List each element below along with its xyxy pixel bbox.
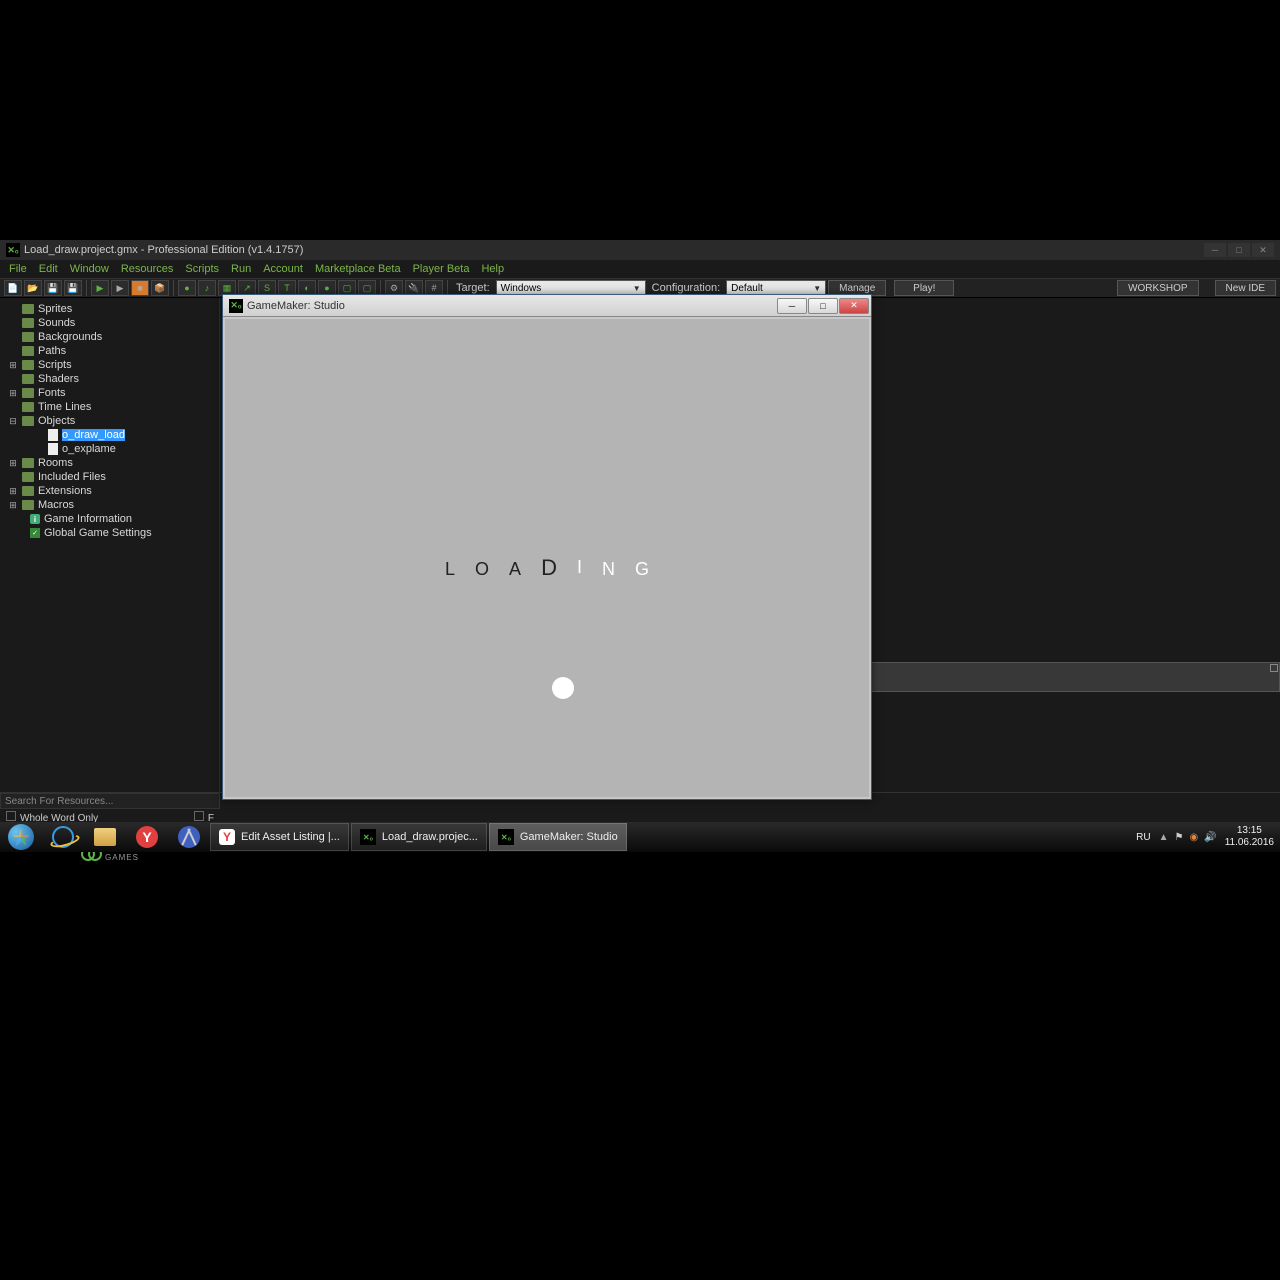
tree-fonts[interactable]: ⊞Fonts [0, 386, 219, 400]
new-ide-button[interactable]: New IDE [1215, 280, 1276, 296]
create-sound-icon[interactable]: ♪ [198, 280, 216, 296]
folder-icon [22, 374, 34, 384]
folder-icon [22, 416, 34, 426]
menu-edit[interactable]: Edit [34, 262, 63, 276]
info-icon: i [30, 514, 40, 524]
expand-grip-icon[interactable] [1270, 664, 1278, 672]
folder-icon [22, 360, 34, 370]
loading-ball-icon [552, 677, 574, 699]
check-icon: ✓ [30, 528, 40, 538]
run-icon[interactable]: ▶ [91, 280, 109, 296]
taskbar-item-gamemaker[interactable]: ✕ₒLoad_draw.projec... [351, 823, 487, 851]
tree-backgrounds[interactable]: Backgrounds [0, 330, 219, 344]
tray-volume-icon[interactable]: 🔊 [1204, 832, 1216, 843]
start-button[interactable] [0, 822, 42, 852]
menubar: File Edit Window Resources Scripts Run A… [0, 260, 1280, 278]
tree-sounds[interactable]: Sounds [0, 316, 219, 330]
yandex-pinned-icon[interactable]: Y [126, 823, 168, 851]
save-icon[interactable]: 💾 [44, 280, 62, 296]
titlebar[interactable]: ✕ₒ Load_draw.project.gmx - Professional … [0, 240, 1280, 260]
folder-icon [22, 346, 34, 356]
object-icon [48, 429, 58, 441]
folder-icon [22, 486, 34, 496]
tree-included-files[interactable]: Included Files [0, 470, 219, 484]
taskbar-item-game[interactable]: ✕ₒGameMaker: Studio [489, 823, 627, 851]
folder-icon [22, 318, 34, 328]
game-window-titlebar[interactable]: ✕ₒ GameMaker: Studio ─ □ ✕ [223, 295, 871, 317]
game-minimize-button[interactable]: ─ [777, 298, 807, 314]
app-icon: ✕ₒ [6, 243, 20, 257]
language-indicator[interactable]: RU [1136, 832, 1150, 843]
debug-icon[interactable]: ▶ [111, 280, 129, 296]
minimize-button[interactable]: ─ [1204, 243, 1226, 257]
menu-run[interactable]: Run [226, 262, 256, 276]
menu-help[interactable]: Help [476, 262, 509, 276]
close-button[interactable]: ✕ [1252, 243, 1274, 257]
window-title: Load_draw.project.gmx - Professional Edi… [24, 244, 303, 256]
game-close-button[interactable]: ✕ [839, 298, 869, 314]
tree-global-settings[interactable]: ✓Global Game Settings [0, 526, 219, 540]
new-file-icon[interactable]: 📄 [4, 280, 22, 296]
package-icon[interactable]: 📦 [151, 280, 169, 296]
taskbar-clock[interactable]: 13:15 11.06.2016 [1225, 825, 1274, 849]
resource-tree: Sprites Sounds Backgrounds Paths ⊞Script… [0, 298, 220, 792]
folder-icon [22, 458, 34, 468]
menu-marketplace[interactable]: Marketplace Beta [310, 262, 406, 276]
tray-arrow-icon[interactable]: ▲ [1159, 832, 1169, 843]
tree-object-draw-load[interactable]: o_draw_load [0, 428, 219, 442]
tree-objects[interactable]: ⊟Objects [0, 414, 219, 428]
menu-window[interactable]: Window [65, 262, 114, 276]
tree-object-explame[interactable]: o_explame [0, 442, 219, 456]
folder-icon [22, 388, 34, 398]
tree-scripts[interactable]: ⊞Scripts [0, 358, 219, 372]
menu-account[interactable]: Account [258, 262, 308, 276]
folder-icon [22, 304, 34, 314]
game-maximize-button[interactable]: □ [808, 298, 838, 314]
ie-pinned-icon[interactable] [42, 823, 84, 851]
folder-icon [22, 402, 34, 412]
workshop-button[interactable]: WORKSHOP [1117, 280, 1198, 296]
folder-icon [22, 472, 34, 482]
tree-extensions[interactable]: ⊞Extensions [0, 484, 219, 498]
tray-network-icon[interactable]: ◉ [1190, 832, 1199, 843]
menu-scripts[interactable]: Scripts [180, 262, 224, 276]
target-label: Target: [452, 282, 494, 294]
tray-flag-icon[interactable]: ⚑ [1175, 832, 1184, 843]
menu-player[interactable]: Player Beta [408, 262, 475, 276]
maximize-button[interactable]: □ [1228, 243, 1250, 257]
tree-timelines[interactable]: Time Lines [0, 400, 219, 414]
windows-taskbar: Y YEdit Asset Listing |... ✕ₒLoad_draw.p… [0, 822, 1280, 852]
menu-file[interactable]: File [4, 262, 32, 276]
tree-rooms[interactable]: ⊞Rooms [0, 456, 219, 470]
game-window-title: GameMaker: Studio [247, 300, 345, 312]
tree-shaders[interactable]: Shaders [0, 372, 219, 386]
loading-text: LOADING [225, 559, 869, 585]
open-icon[interactable]: 📂 [24, 280, 42, 296]
stop-icon[interactable]: ■ [131, 280, 149, 296]
folder-icon [22, 332, 34, 342]
system-tray: RU ▲ ⚑ ◉ 🔊 13:15 11.06.2016 [1136, 825, 1280, 849]
tree-sprites[interactable]: Sprites [0, 302, 219, 316]
game-preview-window[interactable]: ✕ₒ GameMaker: Studio ─ □ ✕ LOADING [222, 294, 872, 800]
snipping-pinned-icon[interactable] [168, 823, 210, 851]
config-label: Configuration: [648, 282, 725, 294]
tree-paths[interactable]: Paths [0, 344, 219, 358]
play-button[interactable]: Play! [894, 280, 954, 296]
menu-resources[interactable]: Resources [116, 262, 179, 276]
create-sprite-icon[interactable]: ● [178, 280, 196, 296]
tree-macros[interactable]: ⊞Macros [0, 498, 219, 512]
game-canvas: LOADING [223, 317, 871, 799]
save-all-icon[interactable]: 💾 [64, 280, 82, 296]
bottom-panel[interactable] [870, 662, 1280, 692]
app-icon: ✕ₒ [229, 299, 243, 313]
folder-icon [22, 500, 34, 510]
tree-game-information[interactable]: iGame Information [0, 512, 219, 526]
explorer-pinned-icon[interactable] [84, 823, 126, 851]
taskbar-item-browser[interactable]: YEdit Asset Listing |... [210, 823, 349, 851]
object-icon [48, 443, 58, 455]
search-input[interactable]: Search For Resources... [0, 793, 220, 809]
